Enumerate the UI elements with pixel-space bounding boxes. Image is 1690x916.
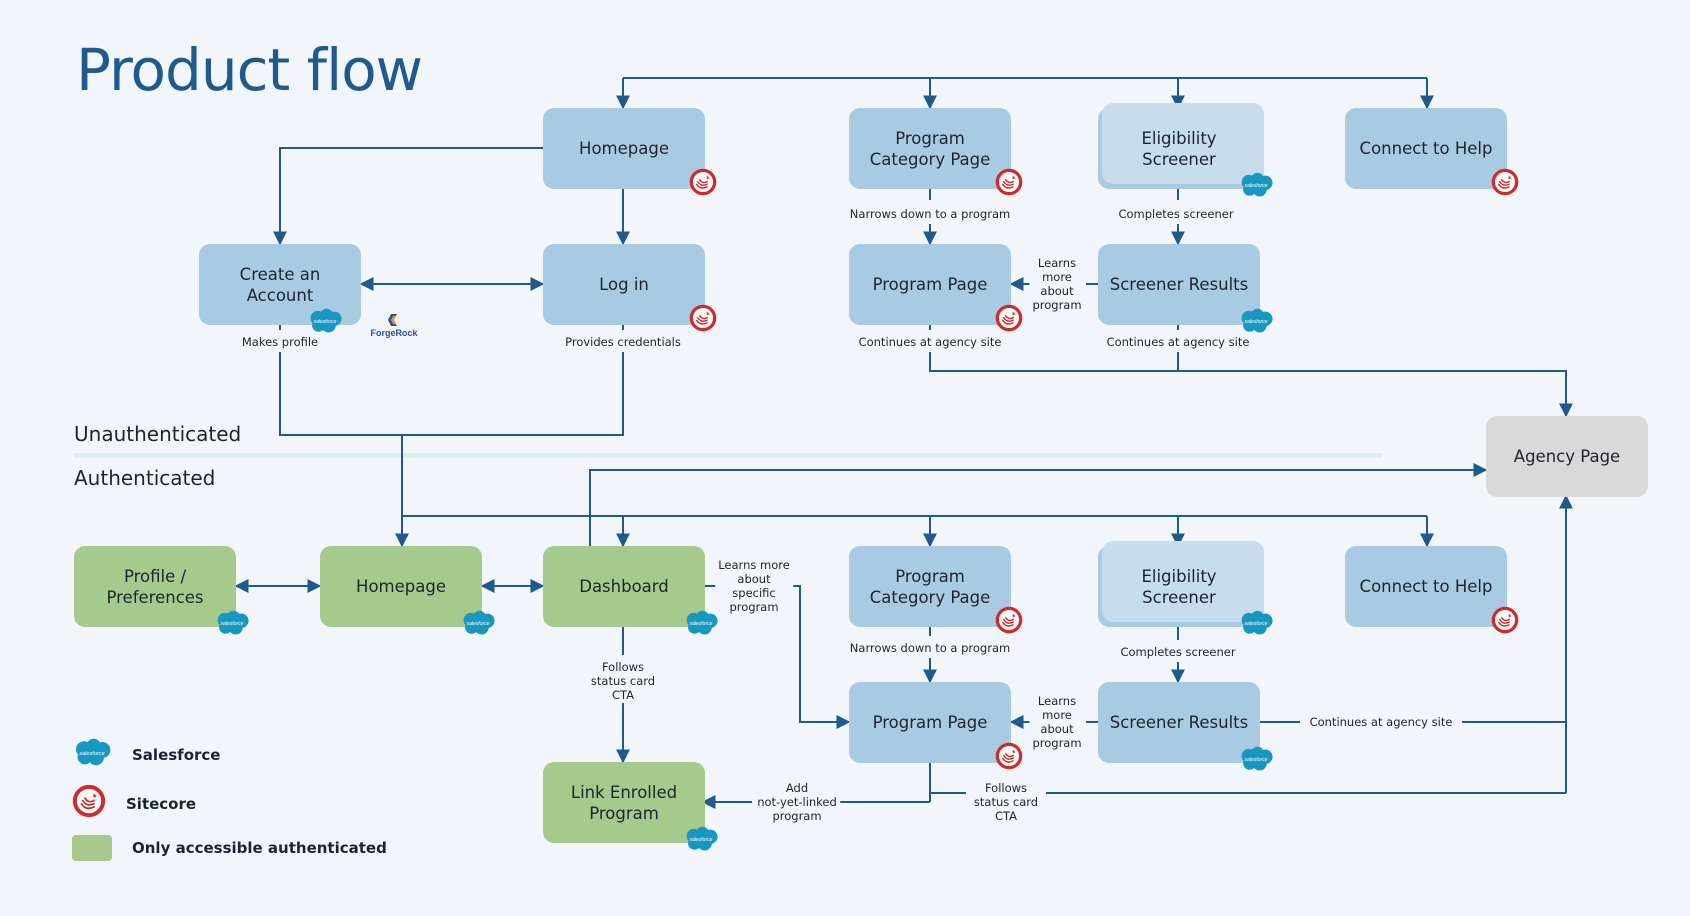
node-auth-homepage[interactable]: Homepage salesforce — [320, 546, 495, 635]
svg-text:salesforce: salesforce — [1245, 621, 1268, 627]
connector-to-agency-top — [929, 352, 1573, 418]
sitecore-icon — [995, 742, 1023, 775]
node-link-enrolled-program[interactable]: Link Enrolled Program salesforce — [543, 762, 718, 851]
node-label: Eligibility Screener — [1141, 128, 1217, 169]
node-label: Program Category Page — [869, 128, 991, 169]
node-label: Homepage — [356, 577, 446, 596]
sitecore-icon — [689, 168, 717, 201]
svg-text:salesforce: salesforce — [1245, 757, 1268, 763]
node-unauth-program-page[interactable]: Program Page — [849, 244, 1023, 332]
edge-label-auth-narrows: Narrows down to a program — [846, 641, 1014, 655]
connector-dash-to-agency — [589, 463, 1488, 546]
node-auth-eligibility-screener[interactable]: Eligibility Screener salesforce — [1098, 541, 1273, 635]
edge-label-makes-profile: Makes profile — [238, 335, 322, 349]
svg-text:salesforce: salesforce — [1245, 319, 1268, 325]
edge-label-prog-follows: Follows status card CTA — [970, 781, 1042, 823]
node-label: Log in — [599, 275, 649, 294]
edge-label-auth-learns: Learns more about program — [1029, 694, 1085, 750]
edge-label-results-agency: Continues at agency site — [1103, 335, 1253, 349]
sitecore-icon — [1491, 168, 1519, 201]
connector-auth-merge — [279, 352, 624, 436]
node-label: Homepage — [579, 139, 669, 158]
node-label: Connect to Help — [1359, 577, 1493, 596]
node-log-in[interactable]: Log in — [543, 244, 717, 332]
legend-sitecore: Sitecore — [72, 784, 196, 823]
node-label: Connect to Help — [1359, 139, 1493, 158]
svg-text:salesforce: salesforce — [314, 319, 337, 325]
node-unauth-program-category[interactable]: Program Category Page — [849, 108, 1023, 196]
svg-text:salesforce: salesforce — [467, 621, 490, 627]
salesforce-icon: salesforce — [1238, 172, 1274, 203]
svg-text:salesforce: salesforce — [79, 751, 104, 757]
svg-text:salesforce: salesforce — [1245, 183, 1268, 189]
node-label: Profile / Preferences — [106, 566, 204, 607]
salesforce-icon: salesforce — [1238, 610, 1274, 641]
connector-home-to-create — [273, 147, 543, 246]
node-profile-preferences[interactable]: Profile / Preferences salesforce — [74, 546, 249, 635]
node-label: Program Page — [872, 275, 988, 294]
sitecore-icon — [72, 784, 106, 823]
node-label: Program Category Page — [869, 566, 991, 607]
node-label: Link Enrolled Program — [570, 782, 678, 823]
salesforce-icon: salesforce — [683, 826, 719, 857]
sitecore-icon — [995, 606, 1023, 639]
node-label: Agency Page — [1513, 447, 1621, 466]
svg-text:ForgeRock: ForgeRock — [370, 328, 418, 338]
legend-salesforce: salesforce Salesforce — [72, 738, 220, 772]
salesforce-icon: salesforce — [214, 610, 250, 641]
legend-authenticated-only: Only accessible authenticated — [72, 835, 387, 861]
legend-label: Sitecore — [126, 794, 197, 813]
edge-label-follows-cta: Follows status card CTA — [587, 660, 659, 702]
connector-dash-learns-b — [792, 585, 851, 729]
salesforce-icon: salesforce — [72, 738, 112, 772]
edge-label-learns: Learns more about program — [1029, 256, 1085, 312]
svg-text:salesforce: salesforce — [221, 621, 244, 627]
edge-label-provides-credentials: Provides credentials — [562, 335, 684, 349]
node-auth-program-category[interactable]: Program Category Page — [849, 546, 1023, 634]
node-unauth-connect-help[interactable]: Connect to Help — [1345, 108, 1519, 196]
salesforce-icon: salesforce — [1238, 746, 1274, 777]
legend-label: Only accessible authenticated — [132, 839, 387, 857]
node-label: Program Page — [872, 713, 988, 732]
edge-label-auth-results-agency: Continues at agency site — [1306, 715, 1456, 729]
node-unauth-eligibility-screener[interactable]: Eligibility Screener salesforce — [1098, 103, 1273, 197]
sitecore-icon — [689, 304, 717, 337]
edge-label-prog-agency: Continues at agency site — [855, 335, 1005, 349]
sitecore-icon — [995, 304, 1023, 337]
green-swatch-icon — [72, 835, 112, 861]
node-dashboard[interactable]: Dashboard salesforce — [543, 546, 718, 635]
forgerock-icon: ForgeRock — [369, 312, 419, 343]
node-auth-program-page[interactable]: Program Page — [849, 682, 1023, 770]
node-auth-connect-help[interactable]: Connect to Help — [1345, 546, 1519, 634]
node-unauth-screener-results[interactable]: Screener Results salesforce — [1098, 244, 1273, 333]
salesforce-icon: salesforce — [683, 610, 719, 641]
edge-label-add-link: Add not-yet-linked program — [754, 781, 840, 823]
edge-label-narrows: Narrows down to a program — [846, 207, 1014, 221]
node-unauth-homepage[interactable]: Homepage — [543, 108, 717, 196]
node-auth-screener-results[interactable]: Screener Results salesforce — [1098, 682, 1273, 771]
node-label: Dashboard — [579, 577, 669, 596]
edge-label-learns-specific: Learns more about specific program — [715, 558, 793, 614]
sitecore-icon — [995, 168, 1023, 201]
svg-text:salesforce: salesforce — [690, 837, 713, 843]
node-label: Screener Results — [1109, 713, 1249, 732]
salesforce-icon: salesforce — [460, 610, 496, 641]
node-label: Create an Account — [239, 264, 321, 305]
edge-label-auth-completes: Completes screener — [1117, 645, 1239, 659]
node-agency-page[interactable]: Agency Page — [1486, 416, 1648, 497]
node-label: Eligibility Screener — [1141, 566, 1217, 607]
legend-label: Salesforce — [132, 745, 221, 764]
node-label: Screener Results — [1109, 275, 1249, 294]
sitecore-icon — [1491, 606, 1519, 639]
edge-label-completes: Completes screener — [1115, 207, 1237, 221]
node-create-account[interactable]: Create an Account salesforce ForgeRock — [199, 244, 418, 338]
svg-text:salesforce: salesforce — [690, 621, 713, 627]
